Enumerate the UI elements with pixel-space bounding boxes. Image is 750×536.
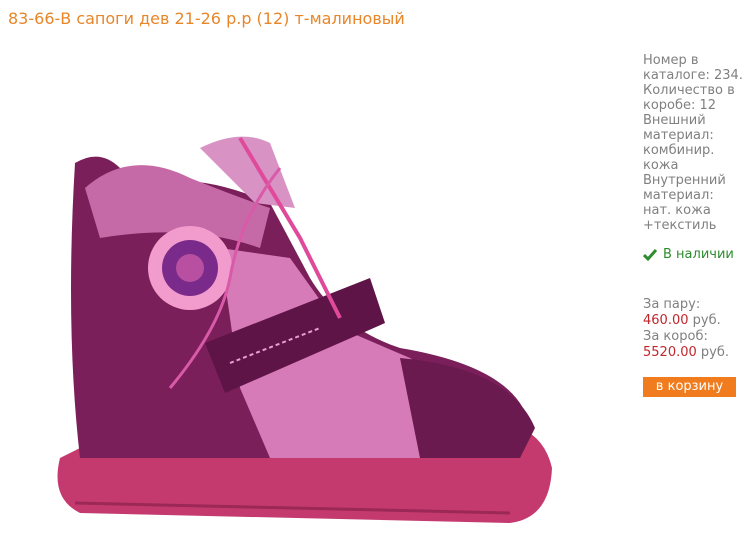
spec-inner-material: Внутренний материал: нат. кожа +текстиль — [643, 173, 726, 233]
stock-text: В наличии — [663, 247, 734, 262]
product-title: 83-66-В сапоги дев 21-26 р.р (12) т-мали… — [8, 9, 405, 28]
product-image — [57, 136, 552, 523]
price-pair-value: 460.00 — [643, 313, 689, 328]
price-block: За пару: 460.00 руб. За короб: 5520.00 р… — [643, 297, 748, 361]
stock-status: В наличии — [643, 247, 734, 262]
add-to-cart-button[interactable]: в корзину — [643, 377, 736, 397]
spec-box-quantity: Количество в коробе: 12 — [643, 83, 735, 113]
price-box-value: 5520.00 — [643, 345, 697, 360]
spec-catalog-number: Номер в каталоге: 234. — [643, 53, 743, 83]
price-pair-currency: руб. — [692, 313, 721, 328]
price-box-currency: руб. — [700, 345, 730, 360]
price-box-label: За короб: — [643, 329, 708, 344]
price-box-row: 5520.00 руб. — [643, 345, 748, 361]
check-icon — [643, 248, 657, 261]
price-pair-row: 460.00 руб. — [643, 313, 748, 329]
price-pair-label: За пару: — [643, 297, 701, 312]
spec-outer-material: Внешний материал: комбинир. кожа — [643, 113, 715, 173]
product-specs: Номер в каталоге: 234. Количество в коро… — [643, 53, 743, 233]
